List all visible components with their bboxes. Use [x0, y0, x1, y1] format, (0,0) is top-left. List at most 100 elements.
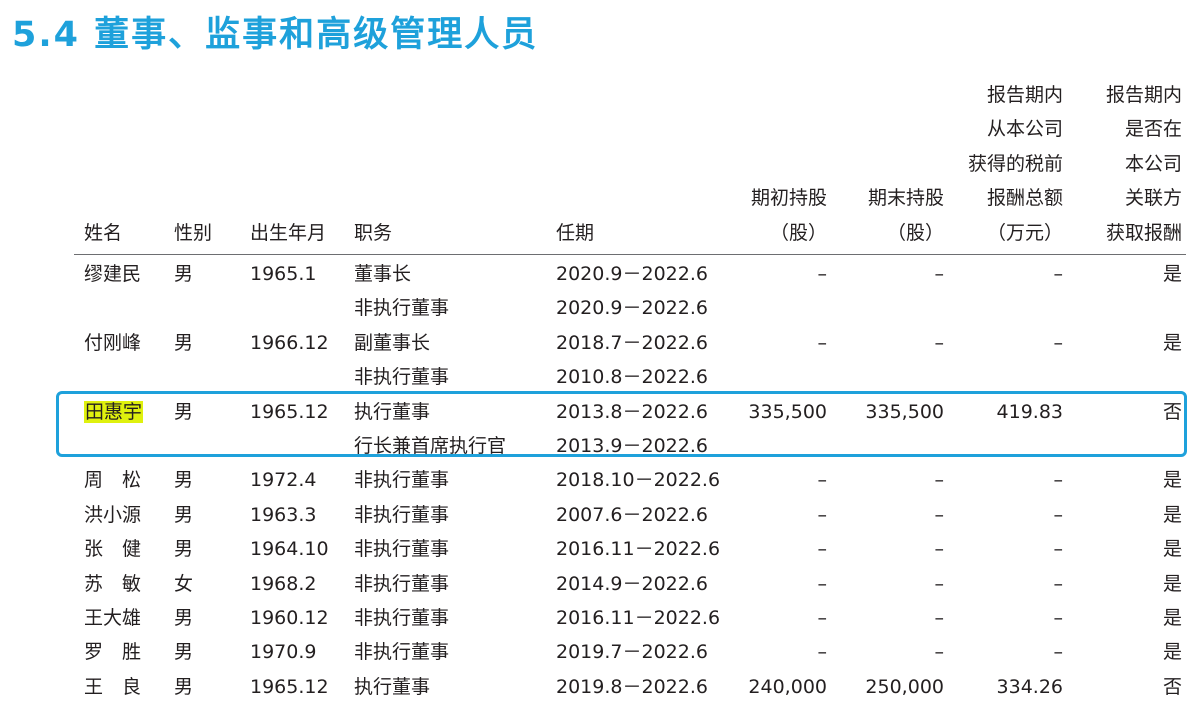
cell-term: 2019.7－2022.6	[556, 641, 708, 664]
cell-position: 非执行董事	[354, 469, 450, 492]
cell-term: 2018.7－2022.6	[556, 331, 708, 354]
cell-shares-end: –	[934, 538, 945, 561]
cell-remuneration: –	[1053, 607, 1064, 629]
cell-remuneration: –	[1053, 331, 1064, 354]
cell-name: 王大雄	[84, 607, 142, 629]
cell-shares-begin: –	[817, 263, 828, 285]
cell-shares-begin: –	[817, 503, 828, 526]
cell-name: 罗 胜	[84, 641, 142, 664]
cell-shares-begin: –	[817, 331, 828, 354]
header-related: 获取报酬	[1105, 221, 1182, 244]
cell-position: 董事长	[354, 263, 412, 285]
cell-related: 是	[1162, 503, 1182, 526]
cell-gender: 男	[174, 331, 194, 354]
cell-birth: 1970.9	[250, 641, 317, 664]
cell-term: 2020.9－2022.6	[556, 263, 708, 285]
header-related: 本公司	[1124, 152, 1182, 175]
cell-position: 非执行董事	[354, 572, 450, 595]
cell-remuneration: –	[1053, 641, 1064, 664]
cell-position: 非执行董事	[354, 607, 450, 629]
cell-term: 2007.6－2022.6	[556, 503, 708, 526]
header-gender: 性别	[174, 221, 213, 244]
cell-related: 是	[1162, 641, 1182, 664]
cell-remuneration: –	[1053, 469, 1064, 492]
header-name: 姓名	[84, 221, 123, 244]
cell-shares-end: –	[934, 607, 945, 629]
cell-shares-end: –	[934, 331, 945, 354]
cell-term: 2020.9－2022.6	[556, 297, 708, 320]
cell-shares-begin: –	[817, 607, 828, 629]
header-terms: 任期	[556, 221, 595, 244]
header-remuneration: 报告期内	[986, 84, 1063, 106]
cell-name: 周 松	[84, 469, 142, 492]
cell-related: 是	[1162, 572, 1182, 595]
cell-term: 2016.11－2022.6	[556, 538, 721, 561]
cell-shares-end: –	[934, 469, 945, 492]
cell-position: 非执行董事	[354, 538, 450, 561]
cell-position: 非执行董事	[354, 503, 450, 526]
cell-term: 2010.8－2022.6	[556, 366, 708, 389]
header-remuneration: （万元）	[986, 221, 1063, 244]
cell-name: 付刚峰	[84, 331, 142, 354]
header-shares-begin: （股）	[769, 221, 827, 244]
cell-name: 张 健	[84, 538, 142, 561]
cell-gender: 男	[174, 469, 194, 492]
cell-position: 非执行董事	[354, 366, 450, 389]
cell-birth: 1965.1	[250, 263, 317, 285]
cell-gender: 女	[174, 572, 194, 595]
cell-name: 洪小源	[84, 503, 142, 526]
cell-gender: 男	[174, 607, 194, 629]
header-shares-begin: 期初持股	[750, 187, 827, 210]
cell-term: 2014.9－2022.6	[556, 572, 708, 595]
cell-name: 王 良	[84, 675, 142, 698]
cell-birth: 1972.4	[250, 469, 317, 492]
cell-shares-end: –	[934, 503, 945, 526]
header-related: 关联方	[1124, 187, 1182, 210]
cell-birth: 1963.3	[250, 503, 317, 526]
header-remuneration: 从本公司	[986, 118, 1063, 141]
cell-shares-end: –	[934, 263, 945, 285]
cell-related: 是	[1162, 263, 1182, 285]
header-shares-end: 期末持股	[867, 187, 944, 210]
cell-birth: 1964.10	[250, 538, 329, 561]
cell-gender: 男	[174, 503, 194, 526]
cell-related: 否	[1162, 675, 1182, 698]
cell-name: 缪建民	[84, 263, 142, 285]
cell-shares-end: –	[934, 572, 945, 595]
cell-term: 2016.11－2022.6	[556, 607, 721, 629]
cell-related: 是	[1162, 538, 1182, 561]
cell-birth: 1966.12	[250, 331, 329, 354]
cell-name: 苏 敏	[84, 572, 142, 595]
header-positions: 职务	[354, 221, 393, 244]
cell-shares-begin: –	[817, 572, 828, 595]
cell-birth: 1965.12	[250, 675, 329, 698]
cell-position: 非执行董事	[354, 297, 450, 320]
cell-term: 2018.10－2022.6	[556, 469, 721, 492]
cell-shares-begin: –	[817, 538, 828, 561]
header-shares-end: （股）	[886, 221, 944, 244]
cell-position: 副董事长	[354, 331, 431, 354]
cell-remuneration: –	[1053, 503, 1064, 526]
header-related: 报告期内	[1105, 84, 1182, 106]
cell-shares-end: 250,000	[865, 675, 944, 698]
cell-gender: 男	[174, 538, 194, 561]
highlight-box	[56, 391, 1187, 457]
cell-shares-end: –	[934, 641, 945, 664]
header-divider	[74, 254, 1186, 255]
cell-remuneration: –	[1053, 572, 1064, 595]
header-related: 是否在	[1124, 118, 1182, 141]
cell-position: 执行董事	[354, 675, 431, 698]
header-remuneration: 报酬总额	[986, 187, 1063, 210]
cell-term: 2019.8－2022.6	[556, 675, 708, 698]
cell-position: 非执行董事	[354, 641, 450, 664]
cell-related: 是	[1162, 331, 1182, 354]
cell-remuneration: –	[1053, 538, 1064, 561]
cell-shares-begin: –	[817, 641, 828, 664]
header-remuneration: 获得的税前	[967, 152, 1063, 175]
cell-gender: 男	[174, 263, 194, 285]
cell-gender: 男	[174, 675, 194, 698]
section-title: 5.4 董事、监事和高级管理人员	[12, 15, 539, 55]
cell-related: 是	[1162, 469, 1182, 492]
cell-shares-begin: 240,000	[748, 675, 827, 698]
cell-shares-begin: –	[817, 469, 828, 492]
